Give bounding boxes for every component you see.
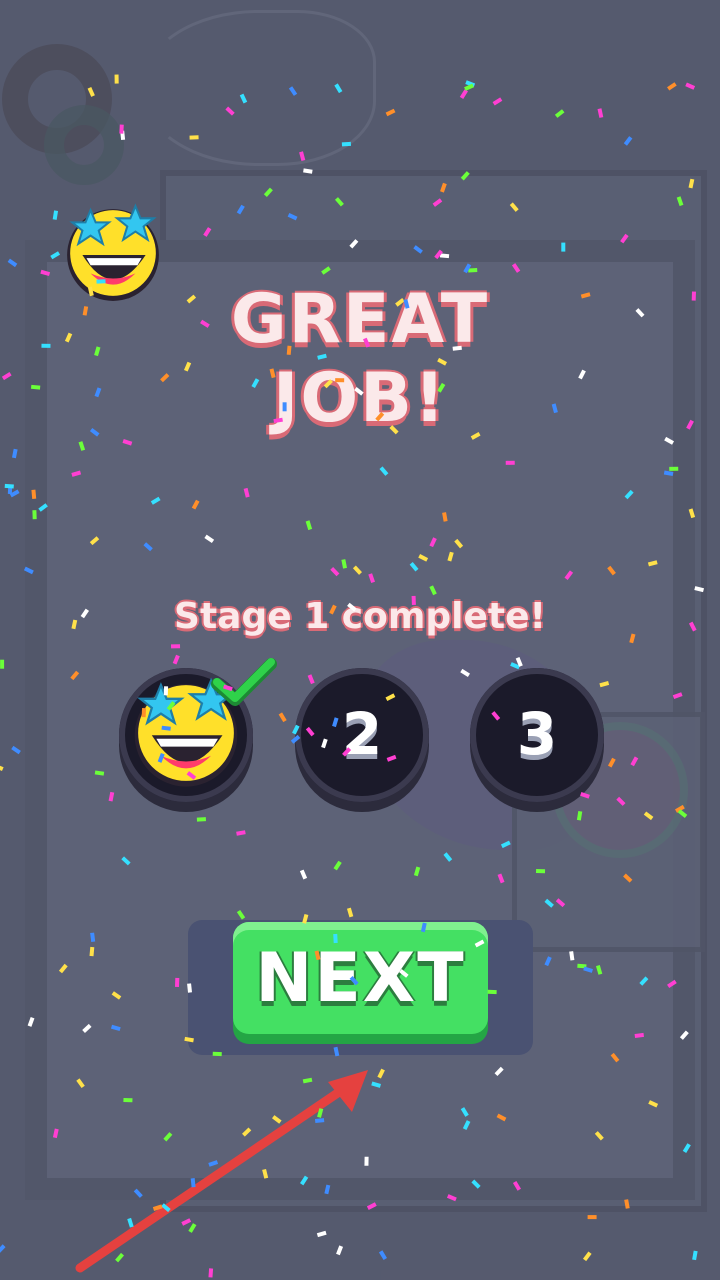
pointer-arrow-icon <box>75 1070 368 1273</box>
next-button[interactable]: NEXT <box>233 922 488 1034</box>
page-title: GREAT JOB! <box>230 280 490 438</box>
checkmark-icon <box>211 658 277 706</box>
stage-3-number: 3 <box>516 700 558 768</box>
stage-complete-subtitle: Stage 1 complete! <box>174 596 546 637</box>
stage-1-indicator <box>119 658 277 802</box>
stage-2-number: 2 <box>341 700 383 768</box>
stage-2-indicator: 2 <box>295 668 429 802</box>
stage-3-indicator: 3 <box>470 668 604 802</box>
next-button-label: NEXT <box>255 938 466 1018</box>
